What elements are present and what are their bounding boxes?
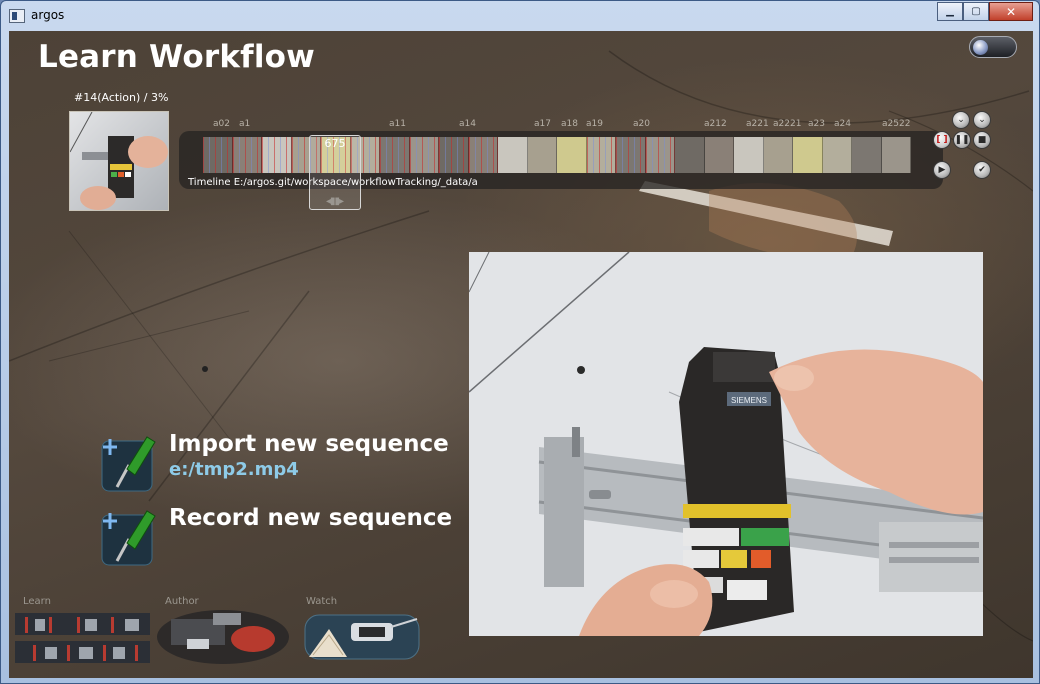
watch-mode-button[interactable] bbox=[299, 609, 423, 665]
import-file-path: e:/tmp2.mp4 bbox=[169, 459, 299, 480]
watch-mode-thumbnail bbox=[304, 614, 420, 660]
app-icon bbox=[9, 9, 25, 23]
timeline-frame[interactable] bbox=[232, 137, 262, 173]
author-mode-button[interactable] bbox=[157, 609, 293, 665]
window-controls: ▁ ▢ ✕ bbox=[937, 2, 1033, 22]
timeline-marker[interactable]: a2522 bbox=[882, 119, 910, 129]
page-title: Learn Workflow bbox=[38, 39, 315, 75]
timeline-frame[interactable] bbox=[468, 137, 498, 173]
import-sequence-item[interactable]: Import new sequence e:/tmp2.mp4 bbox=[97, 429, 457, 493]
chevron-down-icon[interactable]: ⌄ bbox=[973, 111, 991, 129]
screwdriver-icon bbox=[101, 510, 156, 566]
timeline-frame[interactable] bbox=[852, 137, 882, 173]
timeline-frame[interactable] bbox=[262, 137, 292, 173]
stop-icon[interactable]: ■ bbox=[973, 131, 991, 149]
timeline-marker[interactable]: a23 bbox=[808, 119, 825, 129]
action-label: #14(Action) / 3% bbox=[74, 91, 169, 104]
pause-icon[interactable]: ❚❚ bbox=[953, 131, 971, 149]
drag-handle-icon[interactable]: ◂▮▮▸ bbox=[326, 196, 344, 207]
import-sequence-label[interactable]: Import new sequence bbox=[169, 431, 449, 457]
timeline-frame[interactable] bbox=[881, 137, 911, 173]
timeline-marker[interactable]: a17 bbox=[534, 119, 551, 129]
timeline-frame[interactable] bbox=[409, 137, 439, 173]
minimize-button[interactable]: ▁ bbox=[937, 2, 963, 21]
app-window: argos ▁ ▢ ✕ Learn Workflow #14(Action) /… bbox=[0, 0, 1040, 684]
video-frame: SIEMENS bbox=[469, 252, 983, 636]
client-area: Learn Workflow #14(Action) / 3% a02 a1 a… bbox=[9, 31, 1033, 678]
toggle-knob-icon bbox=[973, 40, 988, 55]
mode-label-learn: Learn bbox=[23, 596, 51, 607]
record-icon[interactable]: [ ] bbox=[933, 131, 951, 149]
window-title: argos bbox=[31, 8, 65, 22]
timeline-marker[interactable]: a11 bbox=[389, 119, 406, 129]
timeline-marker[interactable]: a1 bbox=[239, 119, 250, 129]
checkmark-icon[interactable]: ✔ bbox=[973, 161, 991, 179]
timeline-marker[interactable]: a14 bbox=[459, 119, 476, 129]
author-mode-thumbnail bbox=[157, 610, 289, 664]
timeline-frame[interactable] bbox=[557, 137, 587, 173]
mode-label-watch: Watch bbox=[306, 596, 338, 607]
timeline-marker[interactable]: a02 bbox=[213, 119, 230, 129]
title-bar[interactable]: argos ▁ ▢ ✕ bbox=[1, 1, 1039, 31]
timeline-frame[interactable] bbox=[380, 137, 410, 173]
mode-label-author: Author bbox=[165, 596, 199, 607]
timeline-cursor[interactable]: 675 ◂▮▮▸ bbox=[309, 135, 361, 210]
record-sequence-label[interactable]: Record new sequence bbox=[169, 505, 452, 531]
timeline-frame[interactable] bbox=[439, 137, 469, 173]
maximize-button[interactable]: ▢ bbox=[963, 2, 989, 21]
timeline-frame[interactable] bbox=[645, 137, 675, 173]
learn-mode-thumbnail bbox=[15, 613, 150, 663]
timeline-frame[interactable] bbox=[616, 137, 646, 173]
timeline-marker[interactable]: a19 bbox=[586, 119, 603, 129]
mode-toggle[interactable] bbox=[969, 36, 1017, 58]
timeline-cursor-value: 675 bbox=[324, 137, 346, 150]
timeline-frame[interactable] bbox=[822, 137, 852, 173]
timeline-frame[interactable] bbox=[586, 137, 616, 173]
timeline-frame[interactable] bbox=[793, 137, 823, 173]
timeline-frame[interactable] bbox=[527, 137, 557, 173]
timeline-marker[interactable]: a18 bbox=[561, 119, 578, 129]
play-icon[interactable]: ▶ bbox=[933, 161, 951, 179]
video-view[interactable]: SIEMENS bbox=[469, 252, 983, 636]
close-button[interactable]: ✕ bbox=[989, 2, 1033, 21]
timeline-marker[interactable]: a212 bbox=[704, 119, 727, 129]
screwdriver-icon bbox=[101, 436, 156, 492]
timeline[interactable]: Timeline E:/argos.git/workspace/workflow… bbox=[179, 131, 943, 189]
timeline-frame[interactable] bbox=[734, 137, 764, 173]
action-thumbnail[interactable] bbox=[69, 111, 169, 211]
timeline-frame[interactable] bbox=[498, 137, 528, 173]
timeline-frame[interactable] bbox=[203, 137, 233, 173]
timeline-frame[interactable] bbox=[704, 137, 734, 173]
action-thumbnail-image bbox=[70, 112, 168, 210]
timeline-marker[interactable]: a221 bbox=[746, 119, 769, 129]
learn-mode-button[interactable] bbox=[15, 609, 150, 665]
device-label: SIEMENS bbox=[731, 396, 767, 405]
record-sequence-item[interactable]: Record new sequence bbox=[97, 503, 457, 567]
timeline-marker[interactable]: a2221 bbox=[773, 119, 801, 129]
timeline-marker[interactable]: a24 bbox=[834, 119, 851, 129]
timeline-marker[interactable]: a20 bbox=[633, 119, 650, 129]
timeline-frame[interactable] bbox=[763, 137, 793, 173]
chevron-down-icon[interactable]: ⌄ bbox=[952, 111, 970, 129]
timeline-frame[interactable] bbox=[675, 137, 705, 173]
